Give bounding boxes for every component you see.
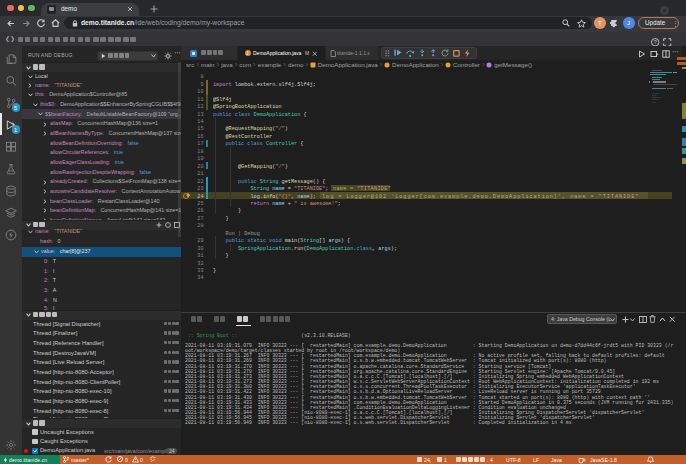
svg-text:?: ? xyxy=(653,39,656,45)
